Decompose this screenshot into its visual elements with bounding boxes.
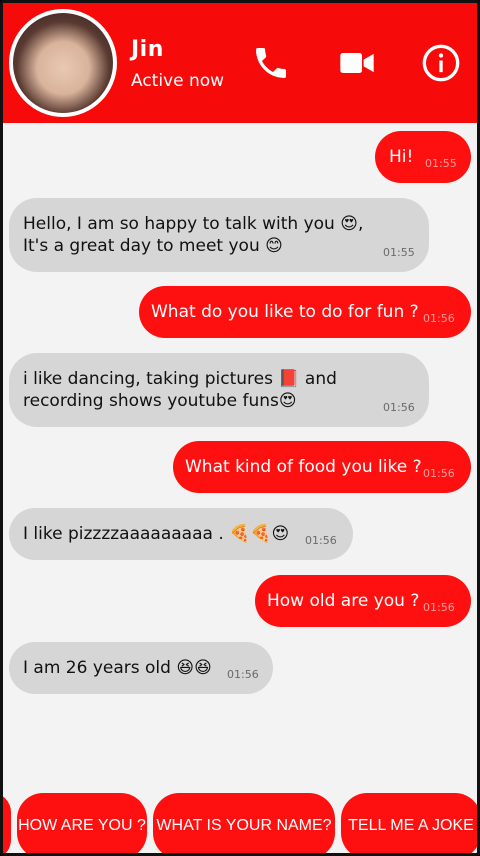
message-text: What do you like to do for fun ? <box>151 302 419 322</box>
chat-screen: Jin Active now Hi! 01:55 Hello, I am so … <box>0 0 480 856</box>
message-text: I like pizzzzaaaaaaaaa . 🍕🍕😍 <box>23 524 290 544</box>
message-incoming: I am 26 years old 😆😆 01:56 <box>9 642 273 694</box>
info-icon[interactable] <box>421 43 461 83</box>
message-text: Hi! <box>389 147 414 167</box>
message-time: 01:55 <box>383 246 415 259</box>
message-incoming: I like pizzzzaaaaaaaaa . 🍕🍕😍 01:56 <box>9 508 353 560</box>
message-outgoing: Hi! 01:55 <box>375 131 471 183</box>
message-time: 01:56 <box>305 534 337 547</box>
message-time: 01:56 <box>227 668 259 681</box>
chat-header: Jin Active now <box>3 3 477 123</box>
video-camera-icon[interactable] <box>336 43 378 83</box>
message-time: 01:56 <box>423 467 455 480</box>
message-time: 01:55 <box>425 157 457 170</box>
message-incoming: i like dancing, taking pictures 📕 and re… <box>9 353 429 427</box>
avatar-image <box>13 13 113 113</box>
message-text: What kind of food you like ? <box>185 457 422 477</box>
contact-name: Jin <box>131 37 164 62</box>
message-outgoing: What kind of food you like ? 01:56 <box>173 441 471 493</box>
quick-reply-bar[interactable]: HOW ARE YOU ? WHAT IS YOUR NAME? TELL ME… <box>3 789 477 853</box>
message-time: 01:56 <box>423 312 455 325</box>
message-text: How old are you ? <box>267 591 420 611</box>
message-text: i like dancing, taking pictures 📕 and re… <box>23 369 337 411</box>
quick-reply-how-are-you[interactable]: HOW ARE YOU ? <box>17 793 147 853</box>
quick-reply-what-is-your-name[interactable]: WHAT IS YOUR NAME? <box>153 793 335 853</box>
phone-icon[interactable] <box>251 43 291 83</box>
quick-reply-chip-partial[interactable] <box>3 793 11 853</box>
message-outgoing: What do you like to do for fun ? 01:56 <box>139 286 471 338</box>
message-outgoing: How old are you ? 01:56 <box>255 575 471 627</box>
avatar[interactable] <box>9 9 117 117</box>
message-text: I am 26 years old 😆😆 <box>23 658 212 678</box>
message-incoming: Hello, I am so happy to talk with you 😍,… <box>9 198 429 272</box>
quick-reply-tell-me-a-joke[interactable]: TELL ME A JOKE <box>341 793 477 853</box>
message-text: Hello, I am so happy to talk with you 😍,… <box>23 214 364 256</box>
message-time: 01:56 <box>383 401 415 414</box>
message-list[interactable]: Hi! 01:55 Hello, I am so happy to talk w… <box>3 123 477 783</box>
message-time: 01:56 <box>423 601 455 614</box>
contact-status: Active now <box>131 71 225 91</box>
